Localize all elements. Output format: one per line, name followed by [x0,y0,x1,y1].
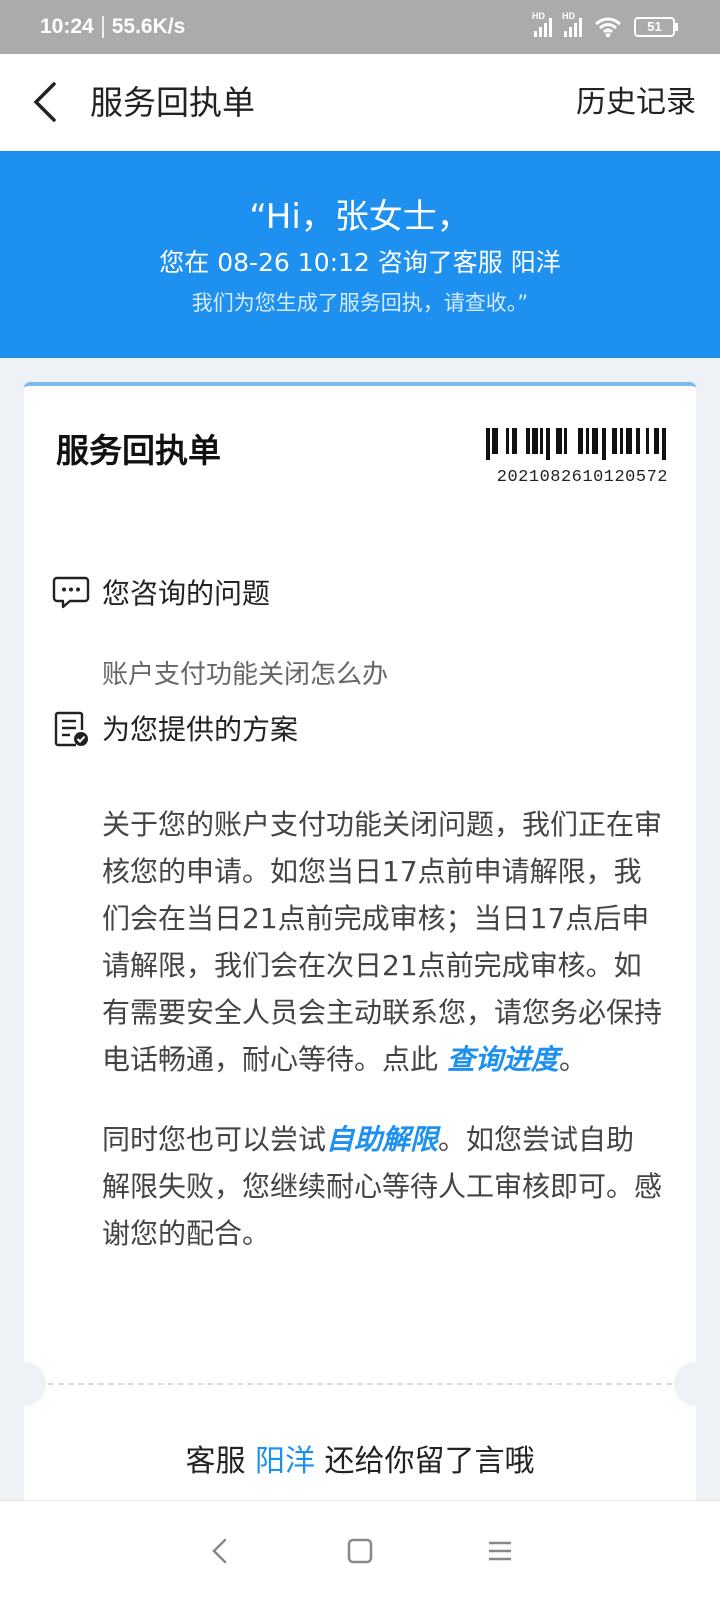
signal-icon-2: HD [562,11,582,37]
chat-bubble-icon [52,576,90,609]
battery-icon: 51 [634,16,680,38]
signal-hd-label-2: HD [562,11,575,21]
solution-text-1-end: 。 [558,1043,587,1076]
nav-home-icon[interactable] [345,1536,375,1566]
solution-text-1: 关于您的账户支付功能关闭问题，我们正在审核您的申请。如您当日17点前申请解限，我… [102,808,663,1076]
nav-back-icon[interactable] [205,1536,235,1566]
ticket-cutout-left [2,1362,46,1406]
battery-level: 51 [647,19,662,34]
checklist-icon [54,711,88,747]
query-progress-link[interactable]: 查询进度 [447,1043,559,1076]
network-speed: 55.6K/s [111,15,186,38]
status-left: 10:24 55.6K/s [40,15,185,39]
solution-paragraph-2: 同时您也可以尝试自助解限。如您尝试自助解限失败，您继续耐心等待人工审核即可。感谢… [102,1116,662,1257]
hero-greeting: “Hi，张女士， [249,197,471,237]
top-nav: 服务回执单 历史记录 [0,54,720,151]
status-right: HD HD 51 [532,11,680,38]
ticket-cutout-right [674,1362,718,1406]
hero-banner: “Hi，张女士， 您在 08-26 10:12 咨询了客服 阳洋 我们为您生成了… [0,151,720,358]
footer-suffix: 还给你留了言哦 [315,1444,535,1479]
hero-note: 我们为您生成了服务回执，请查收。” [191,291,529,315]
self-unlock-link[interactable]: 自助解限 [326,1123,438,1156]
solution-text-2-start: 同时您也可以尝试 [102,1123,327,1156]
status-bar: 10:24 55.6K/s HD HD 51 [0,0,720,54]
receipt-title: 服务回执单 [56,431,221,470]
signal-hd-label: HD [532,11,545,21]
dashed-divider [48,1383,672,1385]
question-text: 账户支付功能关闭怎么办 [102,660,389,690]
solution-heading: 为您提供的方案 [102,713,299,746]
history-link[interactable]: 历史记录 [576,54,696,151]
signal-icon: HD [532,11,552,37]
system-nav-bar [0,1500,720,1601]
receipt-card: 服务回执单 2021082610120572 您咨询的问题 账户支付功能关闭怎么… [2,382,718,1504]
barcode-icon [486,428,666,460]
hero-consult-line: 您在 08-26 10:12 咨询了客服 阳洋 [159,248,561,277]
page-title: 服务回执单 [90,83,255,122]
nav-menu-icon[interactable] [485,1536,515,1566]
back-arrow-icon [33,82,56,122]
solution-body: 关于您的账户支付功能关闭问题，我们正在审核您的申请。如您当日17点前申请解限，我… [102,801,662,1257]
status-separator [101,16,104,38]
wifi-icon [594,16,622,38]
question-heading: 您咨询的问题 [102,577,271,610]
agent-message-link[interactable]: 客服 阳洋 还给你留了言哦 [24,1436,696,1480]
status-time: 10:24 [40,15,94,38]
footer-prefix: 客服 [185,1444,255,1479]
agent-name: 阳洋 [255,1444,315,1479]
receipt-number: 2021082610120572 [496,468,668,487]
solution-paragraph-1: 关于您的账户支付功能关闭问题，我们正在审核您的申请。如您当日17点前申请解限，我… [102,801,662,1083]
back-button[interactable] [28,80,68,124]
